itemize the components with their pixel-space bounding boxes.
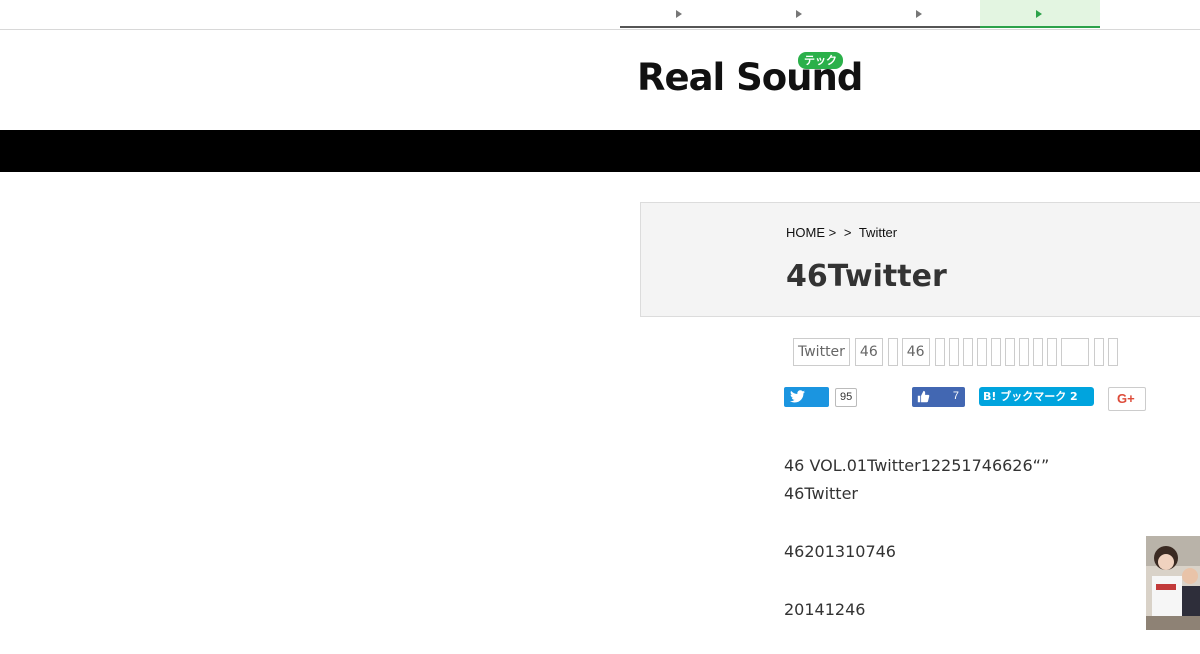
tag-item[interactable]: 46: [901, 338, 930, 366]
thumbnail-photo: [1146, 536, 1200, 630]
tag-item[interactable]: [1107, 338, 1118, 366]
tag-item[interactable]: [1046, 338, 1057, 366]
breadcrumb-home-link[interactable]: HOME >: [786, 225, 836, 240]
tag-item[interactable]: [962, 338, 973, 366]
google-plus-button[interactable]: G+: [1108, 387, 1146, 411]
breadcrumb-current: Twitter: [858, 225, 898, 240]
tag-item[interactable]: [1032, 338, 1043, 366]
tag-item[interactable]: [887, 338, 898, 366]
hatena-bookmark-button[interactable]: B! ブックマーク 2: [979, 387, 1094, 406]
tag-item[interactable]: 46: [854, 338, 883, 366]
article-line: 46Twitter: [784, 484, 858, 503]
recommended-thumbnail-image[interactable]: [1146, 536, 1200, 630]
tag-item[interactable]: [1060, 338, 1089, 366]
twitter-share-count: 95: [835, 388, 858, 407]
play-icon: [1036, 10, 1042, 18]
play-icon: [916, 10, 922, 18]
top-tab-4-active[interactable]: [980, 0, 1100, 28]
tag-item[interactable]: [948, 338, 959, 366]
tag-item[interactable]: [990, 338, 1001, 366]
tag-list: Twitter 46 46: [793, 338, 1122, 366]
article-paragraph: 20141246: [784, 600, 866, 619]
hatena-bookmark-label: B! ブックマーク 2: [983, 390, 1078, 403]
tag-item[interactable]: [1093, 338, 1104, 366]
twitter-share-button[interactable]: [784, 387, 829, 407]
top-tab-2[interactable]: [740, 0, 860, 28]
tag-item[interactable]: [976, 338, 987, 366]
top-tab-bar: [0, 0, 1200, 30]
facebook-like-count: 7: [952, 390, 959, 402]
tag-item[interactable]: Twitter: [793, 338, 850, 366]
top-tab-3[interactable]: [860, 0, 980, 28]
facebook-like-button[interactable]: 7: [912, 387, 965, 407]
breadcrumb: HOME > > Twitter: [786, 225, 901, 240]
article-line: 46 VOL.01Twitter12251746626“”: [784, 456, 1050, 475]
play-icon: [796, 10, 802, 18]
google-plus-icon: G+: [1117, 391, 1135, 406]
play-icon: [676, 10, 682, 18]
top-tab-1[interactable]: [620, 0, 740, 28]
tag-item[interactable]: [1018, 338, 1029, 366]
main-nav-bar: [0, 130, 1200, 172]
breadcrumb-separator: >: [843, 225, 852, 240]
logo-badge: テック: [798, 52, 843, 69]
twitter-bird-icon: [790, 390, 805, 403]
article-paragraph: 46201310746: [784, 542, 896, 561]
site-logo[interactable]: Real Sound テック: [637, 50, 863, 100]
article-body: 46 VOL.01Twitter12251746626“” 46Twitter …: [784, 452, 1184, 654]
thumbs-up-icon: [917, 390, 930, 403]
article-paragraph: 46 VOL.01Twitter12251746626“” 46Twitter: [784, 452, 1184, 508]
page-title: 46Twitter: [786, 259, 947, 294]
tag-item[interactable]: [1004, 338, 1015, 366]
tag-item[interactable]: [934, 338, 945, 366]
